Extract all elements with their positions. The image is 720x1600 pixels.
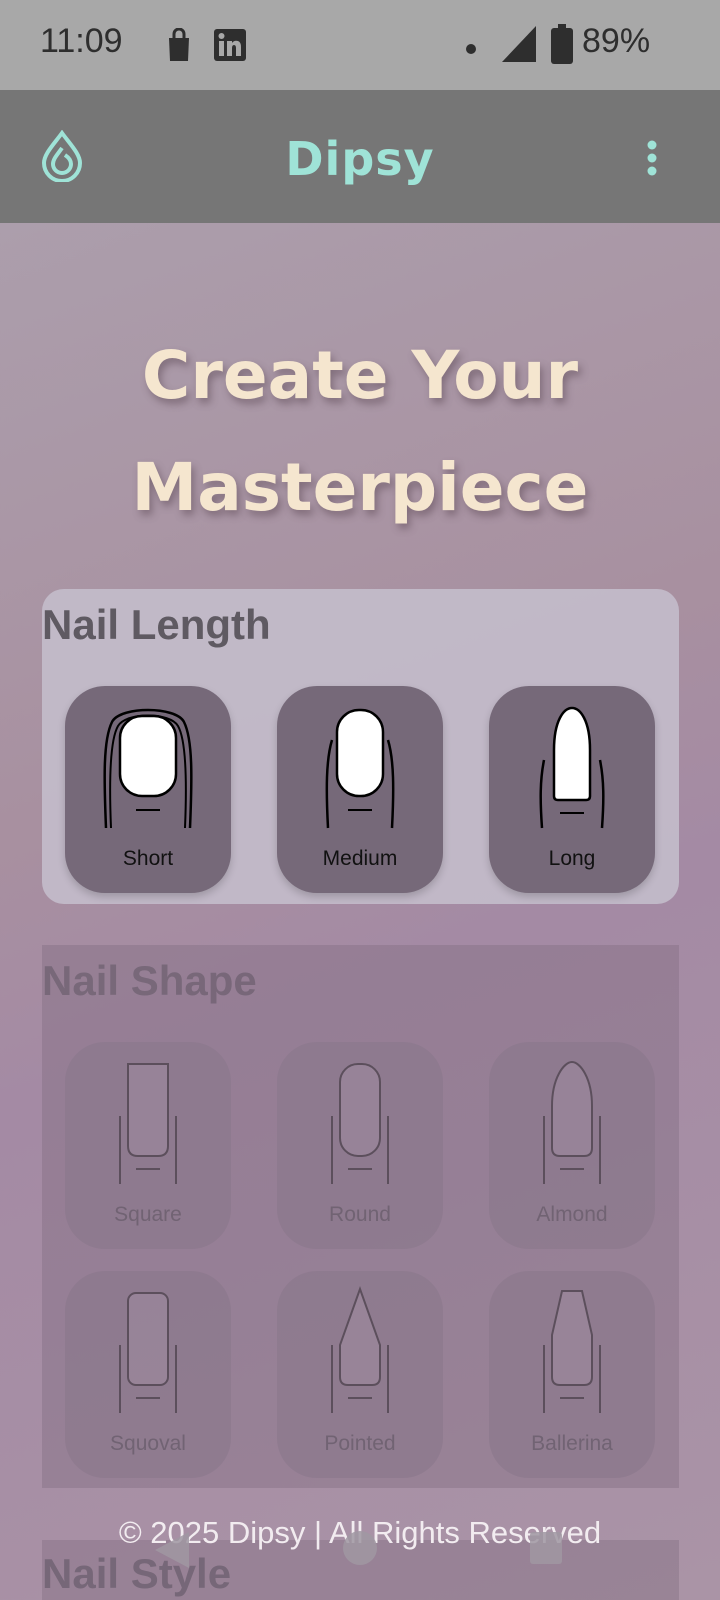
long-nail-icon bbox=[539, 706, 605, 829]
shape-label-pointed: Pointed bbox=[324, 1432, 396, 1455]
ballerina-nail-icon bbox=[543, 1290, 601, 1413]
recents-icon[interactable] bbox=[530, 1532, 562, 1568]
hero-line-1: Create Your bbox=[141, 337, 579, 414]
shape-label-ballerina: Ballerina bbox=[531, 1432, 613, 1455]
length-label-long: Long bbox=[548, 847, 596, 870]
battery-icon bbox=[551, 24, 573, 68]
nail-shape-section: Nail Shape Square Round Almond Squoval P… bbox=[42, 945, 679, 1488]
length-label-short: Short bbox=[122, 847, 174, 870]
dot-icon bbox=[465, 40, 477, 59]
medium-nail-icon bbox=[325, 708, 395, 829]
nail-length-section: Nail Length Short Medium Long bbox=[42, 589, 679, 904]
pointed-nail-icon bbox=[331, 1286, 389, 1413]
shape-label-squoval: Squoval bbox=[110, 1432, 186, 1455]
length-option-long[interactable]: Long bbox=[489, 686, 655, 893]
home-icon[interactable] bbox=[342, 1530, 378, 1570]
almond-nail-icon bbox=[543, 1060, 601, 1184]
nail-shape-title: Nail Shape bbox=[42, 957, 257, 1004]
nail-length-title: Nail Length bbox=[42, 601, 271, 648]
shape-option-pointed[interactable]: Pointed bbox=[277, 1271, 443, 1478]
hero-heading: Create Your Masterpiece bbox=[0, 320, 720, 544]
square-nail-icon bbox=[119, 1063, 177, 1184]
shape-option-almond[interactable]: Almond bbox=[489, 1042, 655, 1249]
signal-icon bbox=[502, 26, 536, 66]
round-nail-icon bbox=[331, 1063, 389, 1184]
shape-option-ballerina[interactable]: Ballerina bbox=[489, 1271, 655, 1478]
squoval-nail-icon bbox=[119, 1292, 177, 1413]
status-bar: 11:09 89% bbox=[0, 0, 720, 90]
shape-option-round[interactable]: Round bbox=[277, 1042, 443, 1249]
shape-label-square: Square bbox=[114, 1203, 182, 1226]
shopping-bag-icon bbox=[166, 27, 192, 66]
length-label-medium: Medium bbox=[322, 847, 398, 870]
system-nav-bar bbox=[0, 1510, 720, 1600]
hero-line-2: Masterpiece bbox=[131, 449, 589, 526]
battery-percent: 89% bbox=[582, 22, 651, 60]
app-bar: Dipsy bbox=[0, 90, 720, 223]
status-time: 11:09 bbox=[40, 22, 123, 60]
shape-option-square[interactable]: Square bbox=[65, 1042, 231, 1249]
shape-label-round: Round bbox=[329, 1203, 391, 1226]
back-icon[interactable] bbox=[155, 1532, 189, 1572]
more-vert-icon[interactable] bbox=[646, 140, 658, 180]
length-option-medium[interactable]: Medium bbox=[277, 686, 443, 893]
shape-option-squoval[interactable]: Squoval bbox=[65, 1271, 231, 1478]
shape-label-almond: Almond bbox=[536, 1203, 608, 1226]
linkedin-icon bbox=[213, 28, 247, 66]
app-title: Dipsy bbox=[285, 132, 435, 186]
short-nail-icon bbox=[103, 708, 193, 829]
length-option-short[interactable]: Short bbox=[65, 686, 231, 893]
